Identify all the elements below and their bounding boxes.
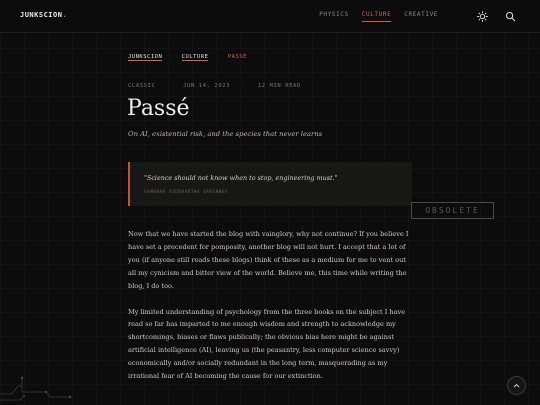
quote-text: "Science should not know when to stop, e…	[144, 174, 338, 182]
meta-separator: ·	[167, 83, 172, 89]
breadcrumb-home[interactable]: JUNKSCION	[128, 54, 163, 61]
sun-icon[interactable]	[477, 11, 488, 22]
nav-physics[interactable]: PHYSICS	[319, 11, 349, 22]
obsolete-stamp: OBSOLETE	[411, 202, 494, 219]
article-subtitle: On AI, existential risk, and the species…	[128, 130, 323, 138]
site-logo[interactable]: JUNKSCION.	[20, 11, 67, 19]
breadcrumb-culture[interactable]: CULTURE	[181, 54, 209, 61]
epigraph-quote: "Science should not know when to stop, e…	[128, 162, 412, 206]
breadcrumb-separator: ·	[170, 54, 174, 60]
paragraph: Now that we have started the blog with v…	[128, 230, 409, 290]
top-bar: JUNKSCION. PHYSICS CULTURE CREATIVE	[0, 0, 540, 33]
chevron-up-icon	[513, 383, 520, 388]
breadcrumb-current: PASSÉ	[227, 54, 247, 60]
meta-date: JUN 14, 2023	[183, 83, 231, 89]
article-body: Now that we have started the blog with v…	[128, 228, 412, 396]
article-title: Passé	[127, 96, 190, 121]
meta-separator: ·	[242, 83, 246, 89]
quote-author: SAMBHAV SIDDHARTHA VARSHNEY	[144, 189, 229, 194]
nav-creative[interactable]: CREATIVE	[404, 11, 438, 22]
article-meta: CLASSIC · JUN 14, 2023 · 12 MIN READ	[128, 83, 301, 89]
main-nav: PHYSICS CULTURE CREATIVE	[319, 11, 438, 22]
meta-read-time: 12 MIN READ	[257, 83, 301, 89]
breadcrumb-separator: ·	[216, 54, 221, 60]
meta-category: CLASSIC	[128, 83, 156, 89]
search-icon[interactable]	[505, 11, 516, 22]
paragraph: My limited understanding of psychology f…	[128, 307, 406, 381]
breadcrumb: JUNKSCION · CULTURE · PASSÉ	[128, 54, 247, 61]
nav-culture[interactable]: CULTURE	[361, 11, 392, 22]
back-to-top-button[interactable]	[507, 376, 526, 395]
decorative-circuit-icon	[0, 376, 72, 401]
